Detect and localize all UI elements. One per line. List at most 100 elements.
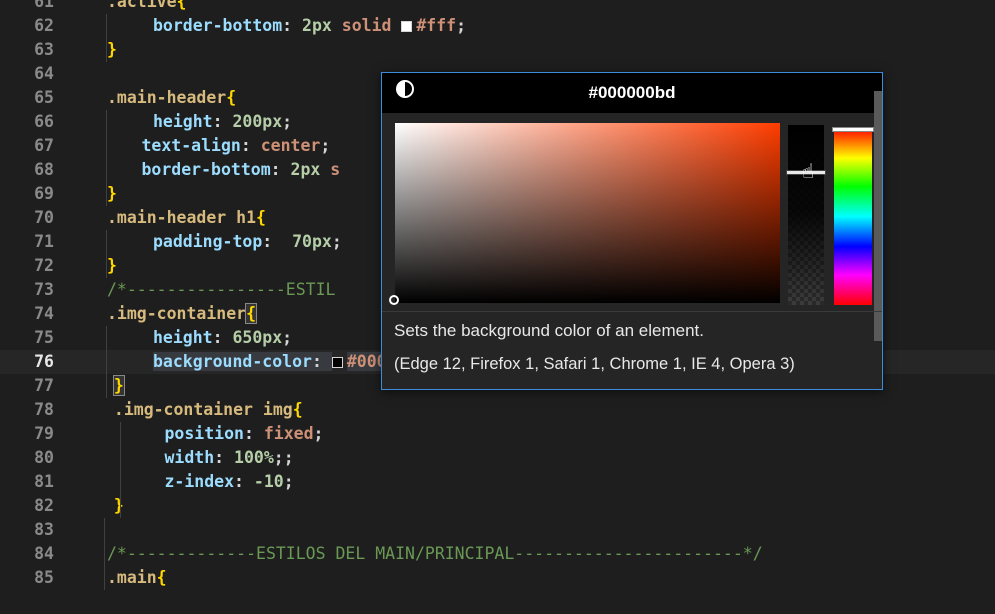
code-text[interactable]: /*-------------ESTILOS DEL MAIN/PRINCIPA… (107, 542, 763, 566)
code-text[interactable]: } (114, 494, 124, 518)
hue-strip[interactable] (834, 128, 872, 305)
code-text[interactable]: text-align: center; (142, 134, 331, 158)
hover-browser-compat: (Edge 12, Firefox 1, Safari 1, Chrome 1,… (394, 355, 795, 373)
hover-scrollbar[interactable] (874, 91, 882, 341)
code-text[interactable]: width: 100%;; (165, 446, 294, 470)
code-text[interactable]: } (112, 374, 125, 398)
line-number: 62 (34, 16, 54, 35)
line-number: 77 (34, 376, 54, 395)
hue-slider-handle[interactable] (832, 127, 874, 132)
code-text[interactable]: height: 650px; (153, 326, 292, 350)
line-number: 70 (34, 208, 54, 227)
code-token: : (240, 136, 261, 155)
code-line[interactable]: 62 border-bottom: 2px solid #fff; (0, 14, 995, 38)
code-text[interactable]: .main{ (107, 566, 167, 590)
saturation-handle[interactable] (389, 295, 399, 305)
code-text[interactable]: padding-top: 70px; (153, 230, 342, 254)
line-number: 71 (34, 232, 54, 251)
code-token: ; (313, 424, 324, 443)
code-token: .img-container img (113, 400, 293, 419)
color-swatch[interactable] (401, 21, 413, 32)
code-token: { (156, 568, 167, 587)
hover-divider (382, 311, 882, 312)
code-line[interactable]: 63} (0, 38, 995, 62)
color-hex-label[interactable]: #000000bd (532, 83, 732, 103)
hover-description: Sets the background color of an element. (394, 321, 704, 340)
code-token: /*----------------ESTIL (107, 280, 336, 299)
color-picker-hover[interactable]: #000000bd ☝ Sets the background color of… (381, 72, 883, 390)
hand-cursor-icon: ☝ (802, 159, 815, 183)
code-token: 2px (290, 160, 321, 179)
code-line[interactable]: 61 .active{ (0, 0, 995, 14)
code-line[interactable]: 84 /*-------------ESTILOS DEL MAIN/PRINCI… (0, 542, 995, 566)
code-token: : (282, 16, 303, 35)
indent-guide (120, 422, 121, 518)
code-text[interactable]: } (107, 182, 117, 206)
code-line[interactable]: 82} (0, 494, 995, 518)
code-token: .main-header (107, 88, 227, 107)
opacity-strip[interactable] (788, 125, 824, 305)
line-number: 66 (34, 112, 54, 131)
code-editor[interactable]: 61 .active{ 62 border-bottom: 2px solid #ff… (0, 0, 995, 614)
code-token: center (260, 136, 321, 155)
contrast-icon[interactable] (396, 80, 414, 98)
code-token: .main (107, 568, 157, 587)
code-token: border-bottom (141, 160, 271, 179)
code-token: { (256, 208, 266, 227)
code-token: : (270, 160, 291, 179)
code-token: 2px (302, 16, 332, 35)
code-text[interactable]: } (107, 254, 117, 278)
color-swatch[interactable] (331, 357, 343, 368)
code-token: text-align (141, 136, 241, 155)
code-token: background-color (153, 352, 312, 371)
code-text[interactable]: position: fixed; (165, 422, 324, 446)
code-text[interactable]: border-bottom: 2px s (142, 158, 341, 182)
code-text[interactable]: .img-container{ (107, 302, 258, 326)
code-token: #fff (416, 16, 457, 35)
code-token: padding-top (153, 232, 263, 251)
code-token: : (212, 328, 233, 347)
code-text[interactable]: .active{ (107, 0, 186, 14)
code-token: 650px (232, 328, 283, 347)
code-token: width (164, 448, 215, 467)
code-token: { (292, 400, 303, 419)
code-text[interactable]: z-index: -10; (165, 470, 294, 494)
code-line[interactable]: 78 .img-container img{ (0, 398, 995, 422)
code-line[interactable]: 81 z-index: -10; (0, 470, 995, 494)
line-number: 76 (34, 352, 54, 371)
line-number: 67 (34, 136, 54, 155)
code-token: ; (320, 136, 331, 155)
code-text[interactable]: .main-header h1{ (107, 206, 266, 230)
line-number: 80 (34, 448, 54, 467)
code-token: ; (331, 232, 342, 251)
line-number: 69 (34, 184, 54, 203)
code-token: border-bottom (153, 16, 283, 35)
code-token: : (243, 424, 264, 443)
code-token: : (311, 352, 332, 371)
code-text[interactable]: .main-header{ (107, 86, 236, 110)
code-token: ; (283, 472, 294, 491)
code-token: height (153, 112, 213, 131)
code-text[interactable]: height: 200px; (153, 110, 292, 134)
code-token: .active (107, 0, 177, 11)
code-text[interactable]: border-bottom: 2px solid #fff; (153, 14, 466, 38)
code-text[interactable]: } (107, 38, 117, 62)
code-token: { (176, 0, 187, 11)
line-number: 84 (34, 544, 54, 563)
code-token: -10 (253, 472, 284, 491)
saturation-box[interactable] (395, 123, 780, 303)
code-token: s (320, 160, 341, 179)
indent-guide (106, 110, 107, 206)
line-number: 65 (34, 88, 54, 107)
code-line[interactable]: 80 width: 100%;; (0, 446, 995, 470)
line-number: 73 (34, 280, 54, 299)
line-number: 82 (34, 496, 54, 515)
code-line[interactable]: 83 (0, 518, 995, 542)
code-token: : (214, 448, 235, 467)
code-token: } (107, 184, 117, 203)
code-line[interactable]: 85 .main{ (0, 566, 995, 590)
code-text[interactable]: /*----------------ESTIL (107, 278, 335, 302)
color-picker-header[interactable]: #000000bd (382, 73, 882, 113)
code-line[interactable]: 79 position: fixed; (0, 422, 995, 446)
code-text[interactable]: .img-container img{ (114, 398, 303, 422)
